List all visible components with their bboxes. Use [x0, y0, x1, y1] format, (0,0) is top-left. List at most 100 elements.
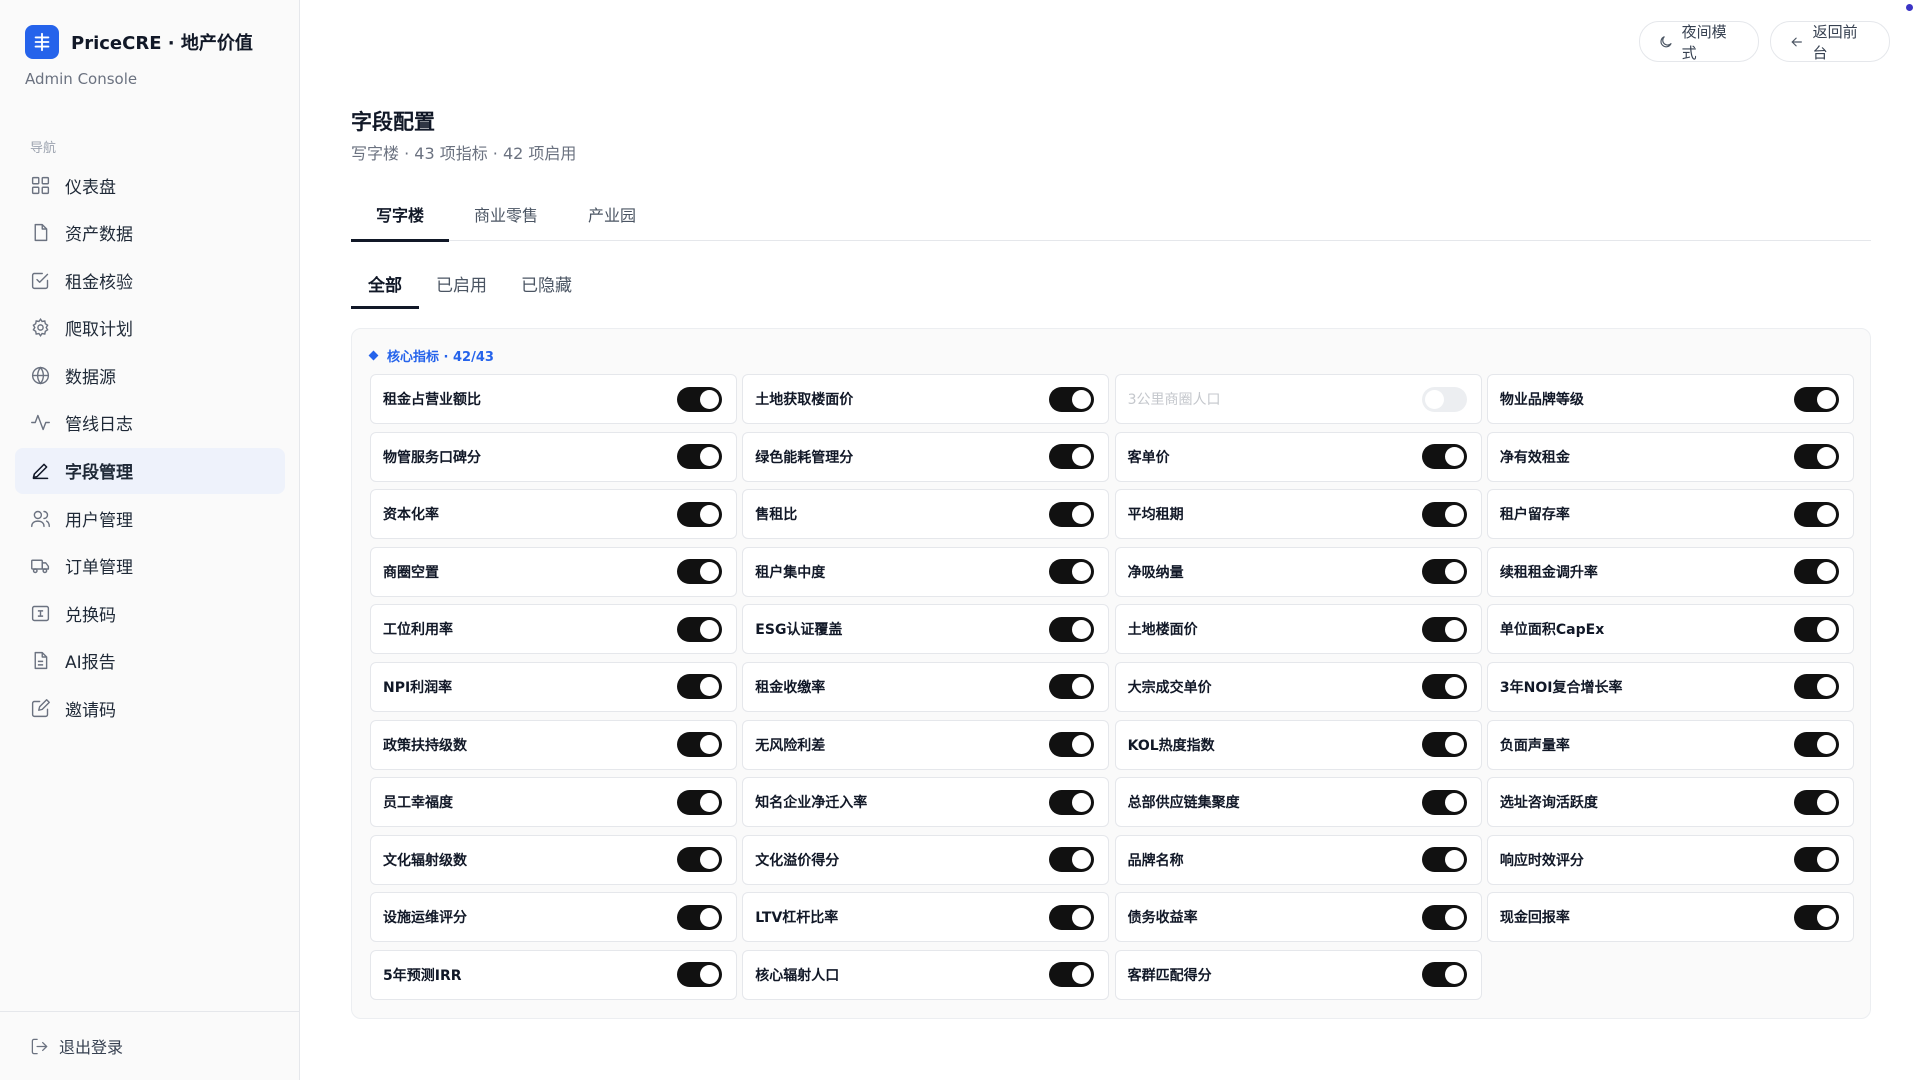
field-row: 文化溢价得分 [742, 834, 1110, 885]
tab-retail[interactable]: 商业零售 [449, 196, 563, 241]
field-toggle[interactable] [677, 501, 722, 527]
sidebar-item-order-management[interactable]: 订单管理 [15, 543, 285, 589]
sidebar-item-dashboard[interactable]: 仪表盘 [15, 162, 285, 208]
field-toggle[interactable] [677, 847, 722, 873]
field-toggle[interactable] [1049, 386, 1095, 412]
field-toggle[interactable] [1793, 789, 1839, 815]
truck-icon [31, 559, 50, 574]
field-toggle[interactable] [1421, 616, 1467, 642]
sidebar-item-label: 数据源 [65, 367, 116, 388]
field-toggle[interactable] [1421, 904, 1467, 930]
field-label: 土地楼面价 [1127, 622, 1198, 639]
field-row: 选址咨询活跃度 [1486, 777, 1854, 828]
arrow-left-icon [1791, 37, 1802, 46]
field-toggle[interactable] [677, 732, 722, 758]
sidebar-item-label: AI报告 [65, 653, 116, 674]
gear-icon [32, 318, 49, 338]
night-mode-label: 夜间模式 [1681, 22, 1727, 62]
sidebar-item-redeem-code[interactable]: 兑换码 [15, 590, 285, 636]
field-toggle[interactable] [677, 904, 722, 930]
field-row: 绿色能耗管理分 [742, 431, 1110, 482]
logout-button[interactable]: 退出登录 [30, 1034, 123, 1058]
field-toggle[interactable] [1049, 962, 1095, 988]
field-row: 租户集中度 [742, 546, 1110, 597]
field-row: 品牌名称 [1114, 834, 1482, 885]
field-toggle[interactable] [1421, 789, 1467, 815]
sidebar-item-invite-code[interactable]: 邀请码 [15, 686, 285, 732]
field-toggle[interactable] [1793, 501, 1839, 527]
grid-icon [31, 176, 50, 194]
field-toggle[interactable] [677, 962, 722, 988]
field-toggle[interactable] [1793, 386, 1839, 412]
sidebar-item-user-management[interactable]: 用户管理 [15, 495, 285, 541]
field-toggle[interactable] [1049, 904, 1095, 930]
sidebar-item-crawl-plan[interactable]: 爬取计划 [15, 305, 285, 351]
field-row: 债务收益率 [1114, 892, 1482, 943]
property-type-tabs: 写字楼 商业零售 产业园 [351, 196, 1871, 242]
tab-office[interactable]: 写字楼 [351, 196, 450, 242]
field-label: 物业品牌等级 [1499, 392, 1584, 408]
brand-subtitle: Admin Console [25, 70, 138, 88]
field-toggle[interactable] [1421, 732, 1467, 758]
sidebar-item-data-source[interactable]: 数据源 [15, 352, 285, 398]
back-to-frontend-button[interactable]: 返回前台 [1770, 21, 1890, 62]
logout-icon [31, 1038, 48, 1054]
sidebar-item-assets[interactable]: 资产数据 [15, 210, 285, 256]
field-toggle[interactable] [1421, 559, 1467, 585]
field-toggle[interactable] [1421, 674, 1467, 700]
sidebar-item-rent-verify[interactable]: 租金核验 [15, 257, 285, 303]
field-toggle[interactable] [677, 674, 722, 700]
field-toggle[interactable] [677, 789, 722, 815]
sidebar-item-pipeline-log[interactable]: 管线日志 [15, 400, 285, 446]
field-toggle[interactable] [677, 444, 722, 470]
tab-all[interactable]: 全部 [351, 265, 419, 309]
field-toggle[interactable] [1793, 559, 1839, 585]
field-toggle[interactable] [1421, 501, 1467, 527]
field-toggle[interactable] [1049, 501, 1095, 527]
field-toggle[interactable] [1049, 732, 1095, 758]
field-toggle[interactable] [1049, 674, 1095, 700]
field-row: 续租租金调升率 [1486, 546, 1854, 597]
tab-industrial-park[interactable]: 产业园 [563, 196, 661, 241]
field-toggle[interactable] [1049, 444, 1095, 470]
field-toggle[interactable] [1793, 847, 1839, 873]
field-row: 3公里商圈人口 [1114, 374, 1482, 424]
field-row: 总部供应链集聚度 [1114, 777, 1482, 828]
field-toggle[interactable] [1793, 674, 1839, 700]
tab-hidden[interactable]: 已隐藏 [504, 265, 589, 309]
field-row: 客单价 [1114, 431, 1482, 482]
field-toggle[interactable] [1421, 847, 1467, 873]
field-toggle[interactable] [677, 616, 722, 642]
globe-icon [31, 366, 50, 385]
field-toggle[interactable] [1421, 444, 1467, 470]
field-row: 土地获取楼面价 [742, 374, 1110, 424]
page-title: 字段配置 [351, 110, 435, 134]
field-label: 净有效租金 [1499, 449, 1570, 466]
field-toggle[interactable] [1793, 904, 1839, 930]
field-toggle[interactable] [1049, 616, 1095, 642]
field-label: 负面声量率 [1499, 737, 1570, 754]
field-toggle[interactable] [1421, 386, 1467, 412]
sidebar-item-label: 资产数据 [65, 225, 133, 246]
field-toggle[interactable] [1049, 789, 1095, 815]
sidebar-item-label: 用户管理 [65, 510, 133, 531]
field-toggle[interactable] [677, 386, 722, 412]
ticket-icon [31, 605, 50, 622]
field-label: 5年预测IRR [383, 967, 462, 984]
tab-enabled[interactable]: 已启用 [419, 265, 504, 309]
sidebar-item-ai-report[interactable]: AI报告 [15, 638, 285, 684]
night-mode-button[interactable]: 夜间模式 [1639, 21, 1759, 62]
field-toggle[interactable] [1421, 962, 1467, 988]
field-toggle[interactable] [1049, 559, 1095, 585]
field-label: 租户集中度 [755, 564, 826, 581]
brand[interactable]: PriceCRE · 地产价值 [25, 25, 253, 59]
field-label: 租金占营业额比 [383, 392, 481, 408]
field-toggle[interactable] [1793, 616, 1839, 642]
field-toggle[interactable] [677, 559, 722, 585]
sidebar-item-field-management[interactable]: 字段管理 [15, 447, 285, 494]
field-toggle[interactable] [1793, 444, 1839, 470]
field-toggle[interactable] [1049, 847, 1095, 873]
field-group-header: 核心指标 · 42/43 [368, 346, 494, 365]
field-toggle[interactable] [1793, 732, 1839, 758]
field-label: 响应时效评分 [1499, 852, 1584, 869]
